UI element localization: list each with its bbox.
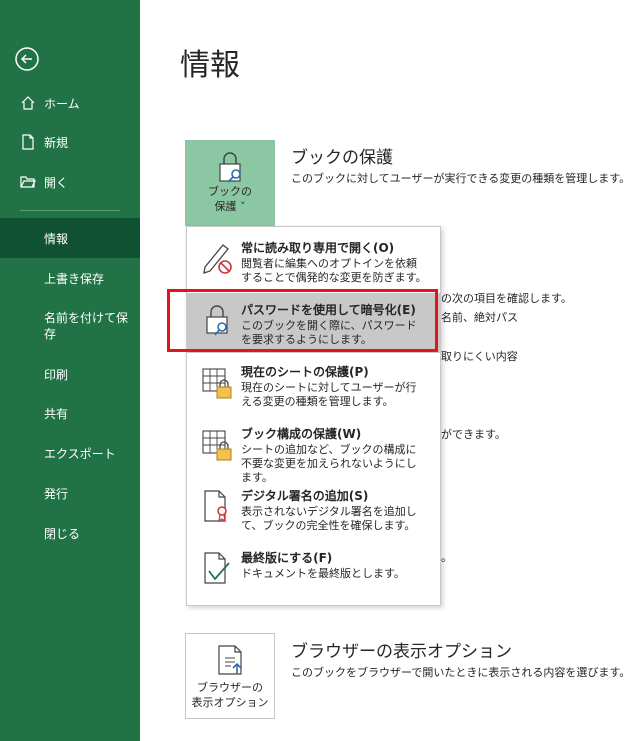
pencil-no-icon <box>203 244 232 274</box>
workbook-lock-icon <box>202 430 232 461</box>
sidebar-item-info[interactable]: 情報 <box>0 218 140 258</box>
browser-title: ブラウザーの表示オプション <box>291 642 512 662</box>
background-text: 名前、絶対パス <box>441 311 518 324</box>
sidebar-item-print[interactable]: 印刷 <box>0 354 140 394</box>
sidebar-item-new[interactable]: 新規 <box>0 122 140 162</box>
sidebar-item-label: 共有 <box>44 406 69 421</box>
page-title: 情報 <box>180 48 240 83</box>
menu-item-desc: 閲覧者に編集へのオプトインを依頼することで偶発的な変更を防ぎます。 <box>241 257 427 284</box>
menu-item-read-only[interactable]: 常に読み取り専用で開く(O) 閲覧者に編集へのオプトインを依頼することで偶発的な… <box>187 231 440 291</box>
sidebar-item-label: 発行 <box>44 486 69 501</box>
background-text: の次の項目を確認します。 <box>441 292 572 305</box>
sidebar-item-label: 開く <box>44 175 69 190</box>
menu-item-title: 最終版にする(F) <box>241 551 333 565</box>
browser-tile-label: ブラウザーの 表示オプション <box>191 681 269 709</box>
sidebar-item-home[interactable]: ホーム <box>0 83 140 123</box>
menu-item-desc: 現在のシートに対してユーザーが行える変更の種類を管理します。 <box>241 381 417 408</box>
open-folder-icon <box>20 176 36 188</box>
browser-view-options-button[interactable]: ブラウザーの 表示オプション <box>185 633 275 719</box>
backstage-sidebar: ホーム 新規 開く 情報 上書き保存 名前を付けて保 存 印刷 共有 エクスポー… <box>0 0 140 741</box>
sidebar-item-label: ホーム <box>44 96 80 111</box>
sidebar-item-publish[interactable]: 発行 <box>0 473 140 513</box>
protect-dropdown-menu: 常に読み取り専用で開く(O) 閲覧者に編集へのオプトインを依頼することで偶発的な… <box>186 226 441 606</box>
sidebar-item-open[interactable]: 開く <box>0 162 140 202</box>
home-icon <box>21 96 35 110</box>
sidebar-divider <box>20 210 120 211</box>
protect-title: ブックの保護 <box>291 148 393 168</box>
final-check-icon <box>204 552 230 584</box>
sidebar-item-label: 閉じる <box>44 526 81 541</box>
menu-item-protect-sheet[interactable]: 現在のシートの保護(P) 現在のシートに対してユーザーが行える変更の種類を管理し… <box>187 355 440 415</box>
sidebar-item-share[interactable]: 共有 <box>0 393 140 433</box>
sidebar-item-label: 印刷 <box>44 367 69 382</box>
sheet-lock-icon <box>202 368 232 399</box>
sidebar-item-export[interactable]: エクスポート <box>0 433 140 473</box>
sidebar-item-close[interactable]: 閉じる <box>0 513 140 553</box>
background-text: 。 <box>441 551 452 564</box>
browser-desc: このブックをブラウザーで開いたときに表示される内容を選びます。 <box>291 666 631 679</box>
back-arrow-icon[interactable] <box>14 46 40 72</box>
menu-item-protect-structure[interactable]: ブック構成の保護(W) シートの追加など、ブックの構成に不要な変更を加えられない… <box>187 417 440 484</box>
sidebar-item-label: エクスポート <box>44 446 116 461</box>
highlight-box <box>167 289 438 352</box>
background-text: ができます。 <box>441 428 506 441</box>
sidebar-item-label: 上書き保存 <box>44 271 105 286</box>
browser-view-icon <box>218 645 242 675</box>
sidebar-item-save-as[interactable]: 名前を付けて保 存 <box>0 302 140 350</box>
sidebar-item-label: 情報 <box>44 231 69 246</box>
protect-desc: このブックに対してユーザーが実行できる変更の種類を管理します。 <box>291 172 631 185</box>
protect-workbook-button[interactable]: ブックの 保護 ˅ <box>185 140 275 226</box>
menu-item-title: 常に読み取り専用で開く(O) <box>241 241 395 255</box>
lock-key-icon <box>219 152 241 183</box>
protect-tile-label: ブックの 保護 ˅ <box>208 185 252 213</box>
menu-item-desc: ドキュメントを最終版とします。 <box>241 567 405 580</box>
background-text: 取りにくい内容 <box>441 350 518 363</box>
menu-item-title: ブック構成の保護(W) <box>241 427 362 441</box>
sidebar-item-label: 名前を付けて保 存 <box>44 311 129 341</box>
new-file-icon <box>22 134 34 150</box>
menu-item-desc: 表示されないデジタル署名を追加して、ブックの完全性を確保します。 <box>241 505 417 532</box>
menu-item-title: 現在のシートの保護(P) <box>241 365 369 379</box>
signature-icon <box>204 490 227 523</box>
menu-item-title: デジタル署名の追加(S) <box>241 489 369 503</box>
sidebar-item-save[interactable]: 上書き保存 <box>0 258 140 298</box>
menu-item-digital-signature[interactable]: デジタル署名の追加(S) 表示されないデジタル署名を追加して、ブックの完全性を確… <box>187 479 440 539</box>
menu-item-mark-final[interactable]: 最終版にする(F) ドキュメントを最終版とします。 <box>187 541 440 601</box>
sidebar-item-label: 新規 <box>44 135 69 150</box>
